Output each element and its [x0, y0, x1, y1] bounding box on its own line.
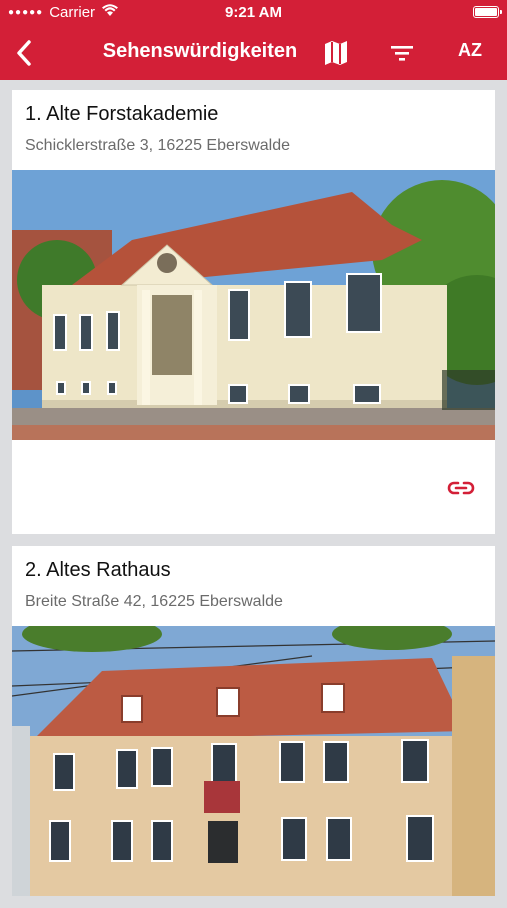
place-card[interactable]: 1. Alte Forstakademie Schicklerstraße 3,…: [12, 90, 495, 534]
link-button[interactable]: [447, 480, 475, 496]
place-card[interactable]: 2. Altes Rathaus Breite Straße 42, 16225…: [12, 546, 495, 896]
status-bar: ●●●●● Carrier 9:21 AM: [0, 0, 507, 26]
place-photo: [12, 626, 495, 896]
places-list: 1. Alte Forstakademie Schicklerstraße 3,…: [12, 90, 495, 908]
filter-button[interactable]: [387, 38, 417, 68]
back-chevron-icon: [17, 40, 31, 66]
place-photo: [12, 170, 495, 440]
sort-az-button[interactable]: AZ: [450, 40, 490, 61]
place-title: 1. Alte Forstakademie: [25, 103, 219, 125]
map-icon: [325, 41, 347, 65]
page-title: Sehenswürdigkeiten: [102, 40, 298, 62]
link-icon: [447, 481, 475, 495]
map-button[interactable]: [321, 38, 351, 68]
battery-icon: [473, 6, 502, 18]
navigation-bar: Sehenswürdigkeiten AZ: [0, 28, 507, 78]
sort-az-icon: AZ: [458, 40, 482, 60]
back-button[interactable]: [10, 38, 40, 68]
place-address: Breite Straße 42, 16225 Eberswalde: [25, 593, 283, 610]
place-title: 2. Altes Rathaus: [25, 559, 171, 581]
top-bar: ●●●●● Carrier 9:21 AM Sehenswürdigkeiten: [0, 0, 507, 80]
status-time: 9:21 AM: [225, 4, 282, 21]
filter-icon: [391, 46, 413, 61]
place-address: Schicklerstraße 3, 16225 Eberswalde: [25, 137, 291, 154]
card-footer: [12, 440, 495, 534]
